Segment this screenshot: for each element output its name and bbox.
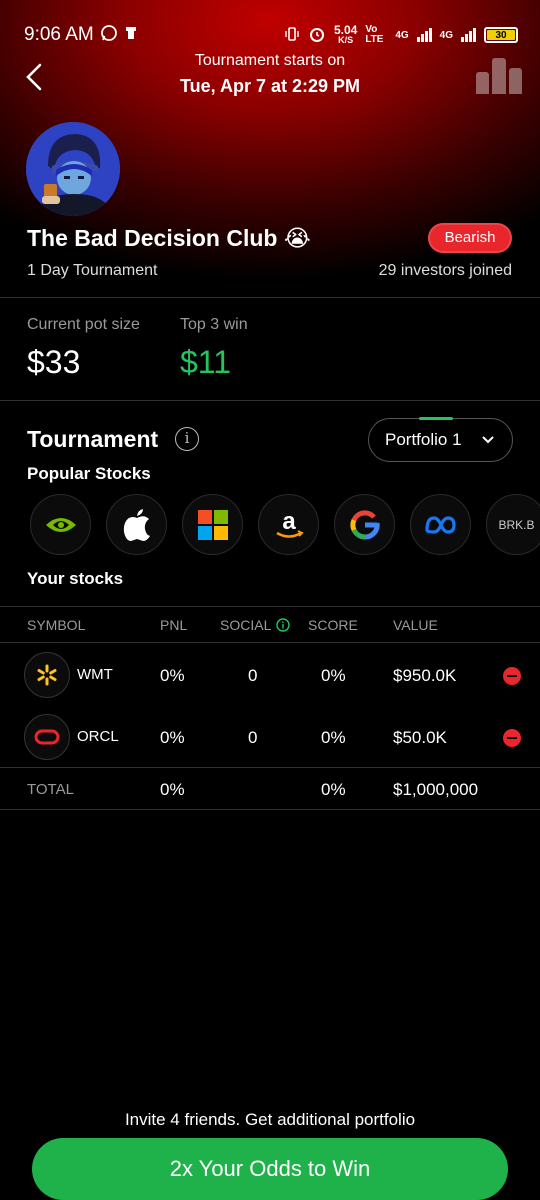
status-time: 9:06 AM bbox=[24, 24, 94, 45]
col-value: VALUE bbox=[393, 617, 438, 633]
chevron-down-icon bbox=[481, 436, 494, 444]
col-social: SOCIAL bbox=[220, 617, 272, 633]
svg-text:a: a bbox=[282, 508, 296, 535]
notification-icon bbox=[124, 25, 138, 46]
tournament-duration: 1 Day Tournament bbox=[27, 262, 158, 279]
stock-brkb[interactable]: BRK.B bbox=[486, 494, 540, 555]
speed-value: 5.04 bbox=[333, 23, 358, 37]
your-stocks-title: Your stocks bbox=[27, 569, 124, 588]
portfolio-selector[interactable]: Portfolio 1 bbox=[368, 417, 513, 462]
stock-meta[interactable] bbox=[410, 494, 471, 555]
avatar bbox=[26, 122, 120, 216]
row-pnl: 0% bbox=[160, 728, 185, 747]
row-symbol: WMT bbox=[77, 666, 113, 683]
row-score: 0% bbox=[321, 666, 346, 685]
investors-count: 29 investors joined bbox=[378, 262, 512, 279]
info-icon[interactable]: i bbox=[175, 427, 199, 451]
remove-stock-button[interactable] bbox=[503, 729, 521, 747]
social-info-icon[interactable] bbox=[276, 618, 290, 635]
remove-stock-button[interactable] bbox=[503, 667, 521, 685]
club-title: The Bad Decision Club 😭 bbox=[27, 225, 311, 251]
top-win-label: Top 3 win bbox=[180, 316, 248, 333]
row-social: 0 bbox=[248, 728, 258, 747]
meta-icon bbox=[424, 515, 456, 534]
row-pnl: 0% bbox=[160, 666, 185, 685]
row-symbol: ORCL bbox=[77, 728, 119, 745]
status-bar: 9:06 AM 5.04 K/S Vo LTE 4G 4G 30 bbox=[24, 22, 518, 48]
microsoft-icon bbox=[197, 509, 228, 540]
amazon-icon: a bbox=[275, 508, 304, 538]
leaderboard-icon[interactable] bbox=[476, 56, 522, 94]
walmart-icon bbox=[24, 652, 70, 698]
row-value: $950.0K bbox=[393, 666, 457, 685]
battery-icon: 30 bbox=[484, 27, 518, 43]
header-subtitle: Tournament starts on bbox=[194, 52, 346, 69]
total-label: TOTAL bbox=[27, 781, 74, 798]
total-pnl: 0% bbox=[160, 780, 185, 799]
stock-microsoft[interactable] bbox=[182, 494, 243, 555]
apple-icon bbox=[123, 508, 150, 541]
portfolio-label: Portfolio 1 bbox=[385, 430, 462, 449]
speed-unit: K/S bbox=[338, 35, 354, 45]
signal-icon-1 bbox=[416, 28, 432, 42]
top-win-value: $11 bbox=[180, 344, 232, 380]
volte-label: Vo LTE bbox=[365, 24, 384, 45]
google-icon bbox=[349, 509, 380, 540]
signal-icon-2 bbox=[461, 28, 476, 42]
stock-nvidia[interactable] bbox=[30, 494, 91, 555]
alarm-icon bbox=[308, 25, 326, 46]
cta-button[interactable]: 2x Your Odds to Win bbox=[32, 1138, 508, 1200]
divider bbox=[0, 297, 540, 298]
popular-stocks-title: Popular Stocks bbox=[27, 464, 151, 483]
whatsapp-icon bbox=[100, 24, 118, 47]
stock-brkb-label: BRK.B bbox=[498, 517, 535, 532]
col-score: SCORE bbox=[308, 617, 358, 633]
nvidia-icon bbox=[45, 517, 76, 532]
row-value: $50.0K bbox=[393, 728, 447, 747]
col-pnl: PNL bbox=[160, 617, 188, 633]
divider bbox=[0, 767, 540, 768]
divider bbox=[0, 809, 540, 810]
network-type-1: 4G bbox=[395, 29, 409, 41]
oracle-icon bbox=[24, 714, 70, 760]
stock-google[interactable] bbox=[334, 494, 395, 555]
total-value: $1,000,000 bbox=[393, 780, 479, 799]
header-title: Tue, Apr 7 at 2:29 PM bbox=[179, 76, 361, 96]
col-symbol: SYMBOL bbox=[27, 617, 86, 633]
row-score: 0% bbox=[321, 728, 346, 747]
battery-level: 30 bbox=[487, 30, 515, 41]
divider bbox=[0, 642, 540, 643]
tournament-title: Tournament bbox=[27, 426, 159, 452]
invite-text: Invite 4 friends. Get additional portfol… bbox=[124, 1110, 416, 1129]
popular-stocks-list: a BRK.B bbox=[30, 494, 540, 555]
pot-size-label: Current pot size bbox=[27, 316, 140, 333]
row-social: 0 bbox=[248, 666, 258, 685]
network-speed: 5.04 K/S bbox=[333, 23, 358, 45]
stock-amazon[interactable]: a bbox=[258, 494, 319, 555]
vibrate-icon bbox=[284, 26, 300, 45]
sentiment-badge: Bearish bbox=[428, 223, 512, 253]
total-score: 0% bbox=[321, 780, 346, 799]
stock-apple[interactable] bbox=[106, 494, 167, 555]
divider bbox=[0, 606, 540, 607]
divider bbox=[0, 400, 540, 401]
pot-size-value: $33 bbox=[27, 344, 81, 380]
network-type-2: 4G bbox=[439, 29, 453, 41]
